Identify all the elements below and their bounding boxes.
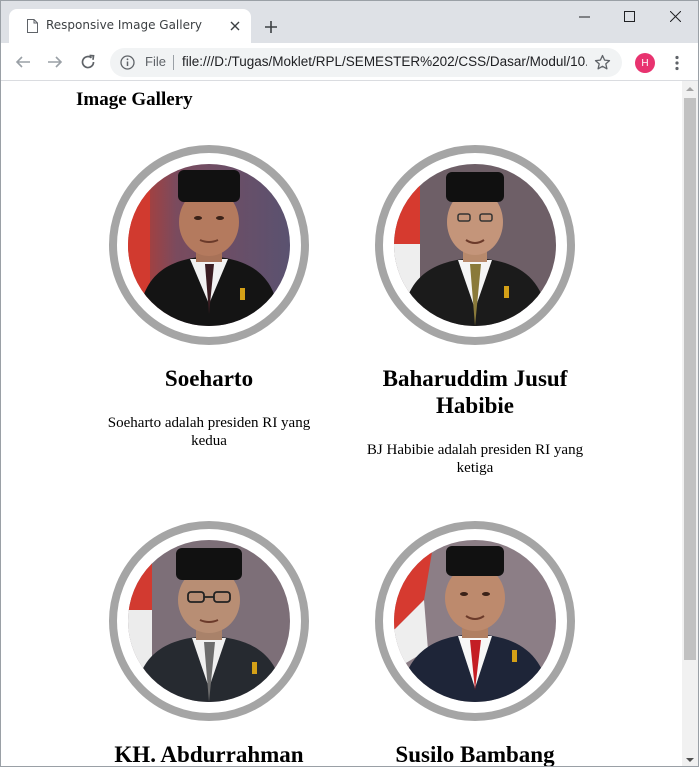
url-text[interactable]: file:///D:/Tugas/Moklet/RPL/SEMESTER%202…	[182, 54, 587, 69]
browser-window: Responsive Image Gallery File file:///D:…	[0, 0, 699, 767]
scroll-up-arrow-icon[interactable]	[682, 81, 698, 97]
more-menu-icon[interactable]	[668, 53, 686, 73]
browser-toolbar: File file:///D:/Tugas/Moklet/RPL/SEMESTE…	[1, 43, 698, 81]
portrait-image[interactable]	[128, 164, 290, 326]
photo-frame	[109, 145, 309, 345]
document-icon	[27, 19, 38, 33]
tab-title: Responsive Image Gallery	[46, 18, 203, 32]
minimize-icon[interactable]	[562, 1, 607, 31]
address-bar[interactable]: File file:///D:/Tugas/Moklet/RPL/SEMESTE…	[110, 48, 622, 77]
photo-frame	[109, 521, 309, 721]
forward-arrow-icon[interactable]	[43, 50, 67, 74]
close-window-icon[interactable]	[653, 1, 698, 31]
person-name: KH. Abdurrahman	[114, 742, 304, 767]
person-name: Baharuddim Jusuf Habibie	[382, 366, 568, 418]
person-name: Susilo Bambang	[395, 742, 555, 767]
close-tab-icon[interactable]	[227, 18, 243, 34]
bookmark-star-icon[interactable]	[594, 54, 611, 71]
gallery-card: KH. Abdurrahman	[84, 521, 334, 767]
photo-frame	[375, 521, 575, 721]
photo-frame	[375, 145, 575, 345]
portrait-image[interactable]	[394, 540, 556, 702]
scrollbar-thumb[interactable]	[684, 98, 696, 660]
back-arrow-icon[interactable]	[11, 50, 35, 74]
portrait-image[interactable]	[128, 540, 290, 702]
profile-avatar[interactable]: H	[635, 53, 655, 73]
person-description: Soeharto adalah presiden RI yang kedua	[107, 415, 311, 449]
gallery-card: Soeharto Soeharto adalah presiden RI yan…	[84, 145, 334, 450]
tab-strip: Responsive Image Gallery	[1, 1, 698, 43]
portrait-image[interactable]	[394, 164, 556, 326]
address-divider	[173, 55, 174, 70]
reload-icon[interactable]	[76, 50, 100, 74]
person-name: Soeharto	[164, 366, 254, 391]
person-description: BJ Habibie adalah presiden RI yang ketig…	[366, 442, 584, 476]
scheme-label: File	[145, 54, 166, 69]
browser-tab[interactable]: Responsive Image Gallery	[9, 9, 251, 43]
gallery-card: Susilo Bambang	[350, 521, 600, 767]
vertical-scrollbar[interactable]	[682, 81, 698, 766]
page-viewport: Image Gallery Soeharto Soeharto adalah p…	[1, 81, 682, 767]
info-icon[interactable]	[120, 55, 135, 70]
page-title: Image Gallery	[76, 89, 193, 110]
scroll-down-arrow-icon[interactable]	[682, 752, 698, 766]
gallery-card: Baharuddim Jusuf Habibie BJ Habibie adal…	[350, 145, 600, 477]
maximize-icon[interactable]	[607, 1, 652, 31]
new-tab-icon[interactable]	[259, 15, 283, 39]
